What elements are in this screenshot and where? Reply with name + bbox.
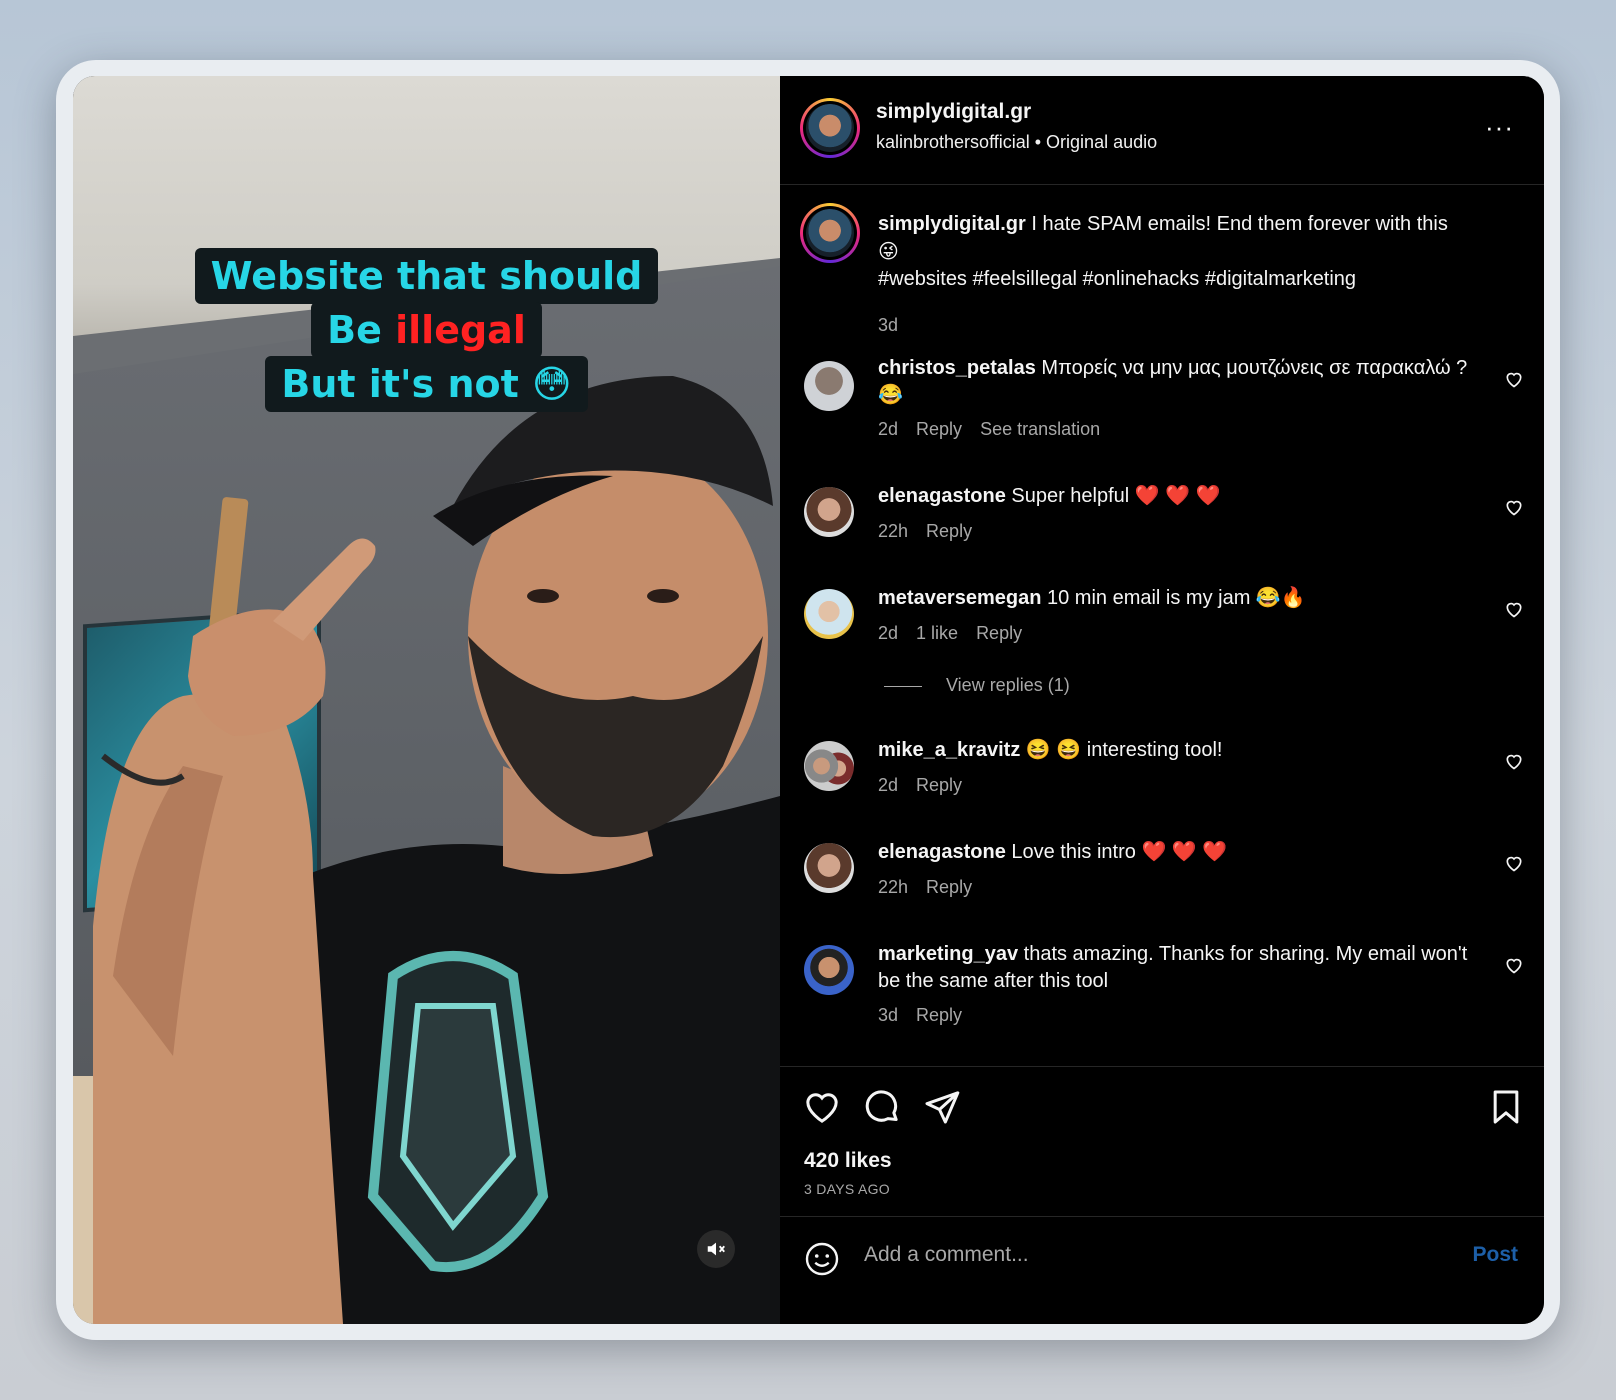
video-caption-overlay: Website that should Be illegal But it's … bbox=[73, 248, 780, 412]
like-comment-icon[interactable] bbox=[1504, 497, 1524, 517]
comment-text: christos_petalas Μπορείς να μην μας μουτ… bbox=[878, 355, 1474, 409]
commenter-avatar[interactable] bbox=[804, 843, 854, 893]
comment-body: Super helpful ❤️ ❤️ ❤️ bbox=[1005, 485, 1221, 507]
comment-time: 22h bbox=[878, 877, 909, 897]
comment-text: marketing_yav thats amazing. Thanks for … bbox=[878, 941, 1474, 995]
comment-meta: 2d 1 like Reply bbox=[878, 623, 1040, 644]
comment-like-count[interactable]: 1 like bbox=[916, 623, 958, 643]
post-button[interactable]: Post bbox=[1472, 1243, 1518, 1267]
like-comment-icon[interactable] bbox=[1504, 599, 1524, 619]
comment-text: metaversemegan 10 min email is my jam 😂🔥 bbox=[878, 585, 1474, 612]
caption-username[interactable]: simplydigital.gr bbox=[878, 213, 1026, 235]
caption-line-3: But it's not 😳 bbox=[265, 356, 588, 412]
comment-username[interactable]: metaversemegan bbox=[878, 587, 1041, 609]
view-replies-button[interactable]: View replies (1) bbox=[884, 675, 1070, 696]
post-header: simplydigital.gr kalinbrothersofficial •… bbox=[780, 76, 1544, 185]
like-comment-icon[interactable] bbox=[1504, 751, 1524, 771]
comment-meta: 2d Reply See translation bbox=[878, 419, 1118, 440]
comment-username[interactable]: christos_petalas bbox=[878, 357, 1036, 379]
comment-time: 22h bbox=[878, 521, 909, 541]
comment-composer: Add a comment... Post bbox=[780, 1216, 1544, 1324]
reply-button[interactable]: Reply bbox=[976, 623, 1022, 643]
caption-meta: 3d bbox=[878, 315, 916, 336]
like-comment-icon[interactable] bbox=[1504, 853, 1524, 873]
comment-icon[interactable] bbox=[862, 1087, 902, 1127]
reply-button[interactable]: Reply bbox=[916, 1005, 962, 1025]
comment-body: 😆 😆 interesting tool! bbox=[1020, 739, 1223, 761]
caption-emoji: 😜 bbox=[878, 239, 899, 263]
commenter-avatar[interactable] bbox=[804, 945, 854, 995]
reply-button[interactable]: Reply bbox=[916, 775, 962, 795]
commenter-avatar[interactable] bbox=[804, 487, 854, 537]
view-replies-label: View replies (1) bbox=[946, 675, 1070, 695]
speaker-muted-icon bbox=[707, 1242, 725, 1256]
comment-time: 2d bbox=[878, 419, 899, 439]
author-username[interactable]: simplydigital.gr bbox=[876, 100, 1031, 124]
comment-body: Love this intro ❤️ ❤️ ❤️ bbox=[1005, 841, 1228, 863]
author-avatar[interactable] bbox=[800, 98, 860, 158]
comment-text: mike_a_kravitz 😆 😆 interesting tool! bbox=[878, 737, 1474, 764]
emoji-icon[interactable] bbox=[804, 1241, 840, 1277]
comment-meta: 22h Reply bbox=[878, 877, 990, 898]
commenter-avatar[interactable] bbox=[804, 361, 854, 411]
comment-username[interactable]: elenagastone bbox=[878, 485, 1006, 507]
comment-text: elenagastone Love this intro ❤️ ❤️ ❤️ bbox=[878, 839, 1474, 866]
comment-time: 2d bbox=[878, 775, 899, 795]
reply-button[interactable]: Reply bbox=[926, 877, 972, 897]
like-comment-icon[interactable] bbox=[1504, 955, 1524, 975]
likes-count[interactable]: 420 likes bbox=[804, 1149, 892, 1173]
comment-username[interactable]: mike_a_kravitz bbox=[878, 739, 1020, 761]
post-age: 3 DAYS AGO bbox=[804, 1181, 890, 1197]
reply-button[interactable]: Reply bbox=[916, 419, 962, 439]
caption-text: simplydigital.gr I hate SPAM emails! End… bbox=[878, 211, 1474, 293]
comment-text: elenagastone Super helpful ❤️ ❤️ ❤️ bbox=[878, 483, 1474, 510]
comments-list: simplydigital.gr I hate SPAM emails! End… bbox=[780, 185, 1544, 1065]
caption-line-1: Website that should bbox=[194, 248, 659, 304]
caption-body: I hate SPAM emails! End them forever wit… bbox=[1025, 213, 1448, 235]
caption-line-2: Be illegal bbox=[311, 302, 542, 358]
caption-highlight: illegal bbox=[395, 308, 526, 352]
comment-time: 3d bbox=[878, 1005, 899, 1025]
share-icon[interactable] bbox=[922, 1087, 962, 1127]
heart-icon[interactable] bbox=[802, 1087, 842, 1127]
caption-avatar[interactable] bbox=[800, 203, 860, 263]
caption-time: 3d bbox=[878, 315, 899, 335]
post-actions: 420 likes 3 DAYS AGO bbox=[780, 1066, 1544, 1217]
post-side-panel: simplydigital.gr kalinbrothersofficial •… bbox=[780, 76, 1544, 1324]
comment-time: 2d bbox=[878, 623, 899, 643]
comment-meta: 22h Reply bbox=[878, 521, 990, 542]
see-translation-link[interactable]: See translation bbox=[980, 419, 1100, 439]
comment-username[interactable]: elenagastone bbox=[878, 841, 1006, 863]
audio-attribution[interactable]: kalinbrothersofficial • Original audio bbox=[876, 132, 1157, 153]
comment-username[interactable]: marketing_yav bbox=[878, 943, 1018, 965]
caption-hashtags[interactable]: #websites #feelsillegal #onlinehacks #di… bbox=[878, 268, 1356, 290]
comment-meta: 3d Reply bbox=[878, 1005, 980, 1026]
commenter-avatar[interactable] bbox=[804, 589, 854, 639]
post-window: Website that should Be illegal But it's … bbox=[73, 76, 1544, 1324]
reel-video[interactable]: Website that should Be illegal But it's … bbox=[73, 76, 780, 1324]
bookmark-icon[interactable] bbox=[1486, 1087, 1526, 1127]
more-options-icon[interactable]: ··· bbox=[1485, 112, 1514, 143]
comment-body: 10 min email is my jam 😂🔥 bbox=[1041, 587, 1306, 609]
mute-button[interactable] bbox=[697, 1230, 735, 1268]
like-comment-icon[interactable] bbox=[1504, 369, 1524, 389]
commenter-avatar[interactable] bbox=[804, 741, 854, 791]
comment-meta: 2d Reply bbox=[878, 775, 980, 796]
comment-input[interactable]: Add a comment... bbox=[864, 1243, 1029, 1267]
caption-line-2-prefix: Be bbox=[327, 308, 396, 352]
reply-button[interactable]: Reply bbox=[926, 521, 972, 541]
